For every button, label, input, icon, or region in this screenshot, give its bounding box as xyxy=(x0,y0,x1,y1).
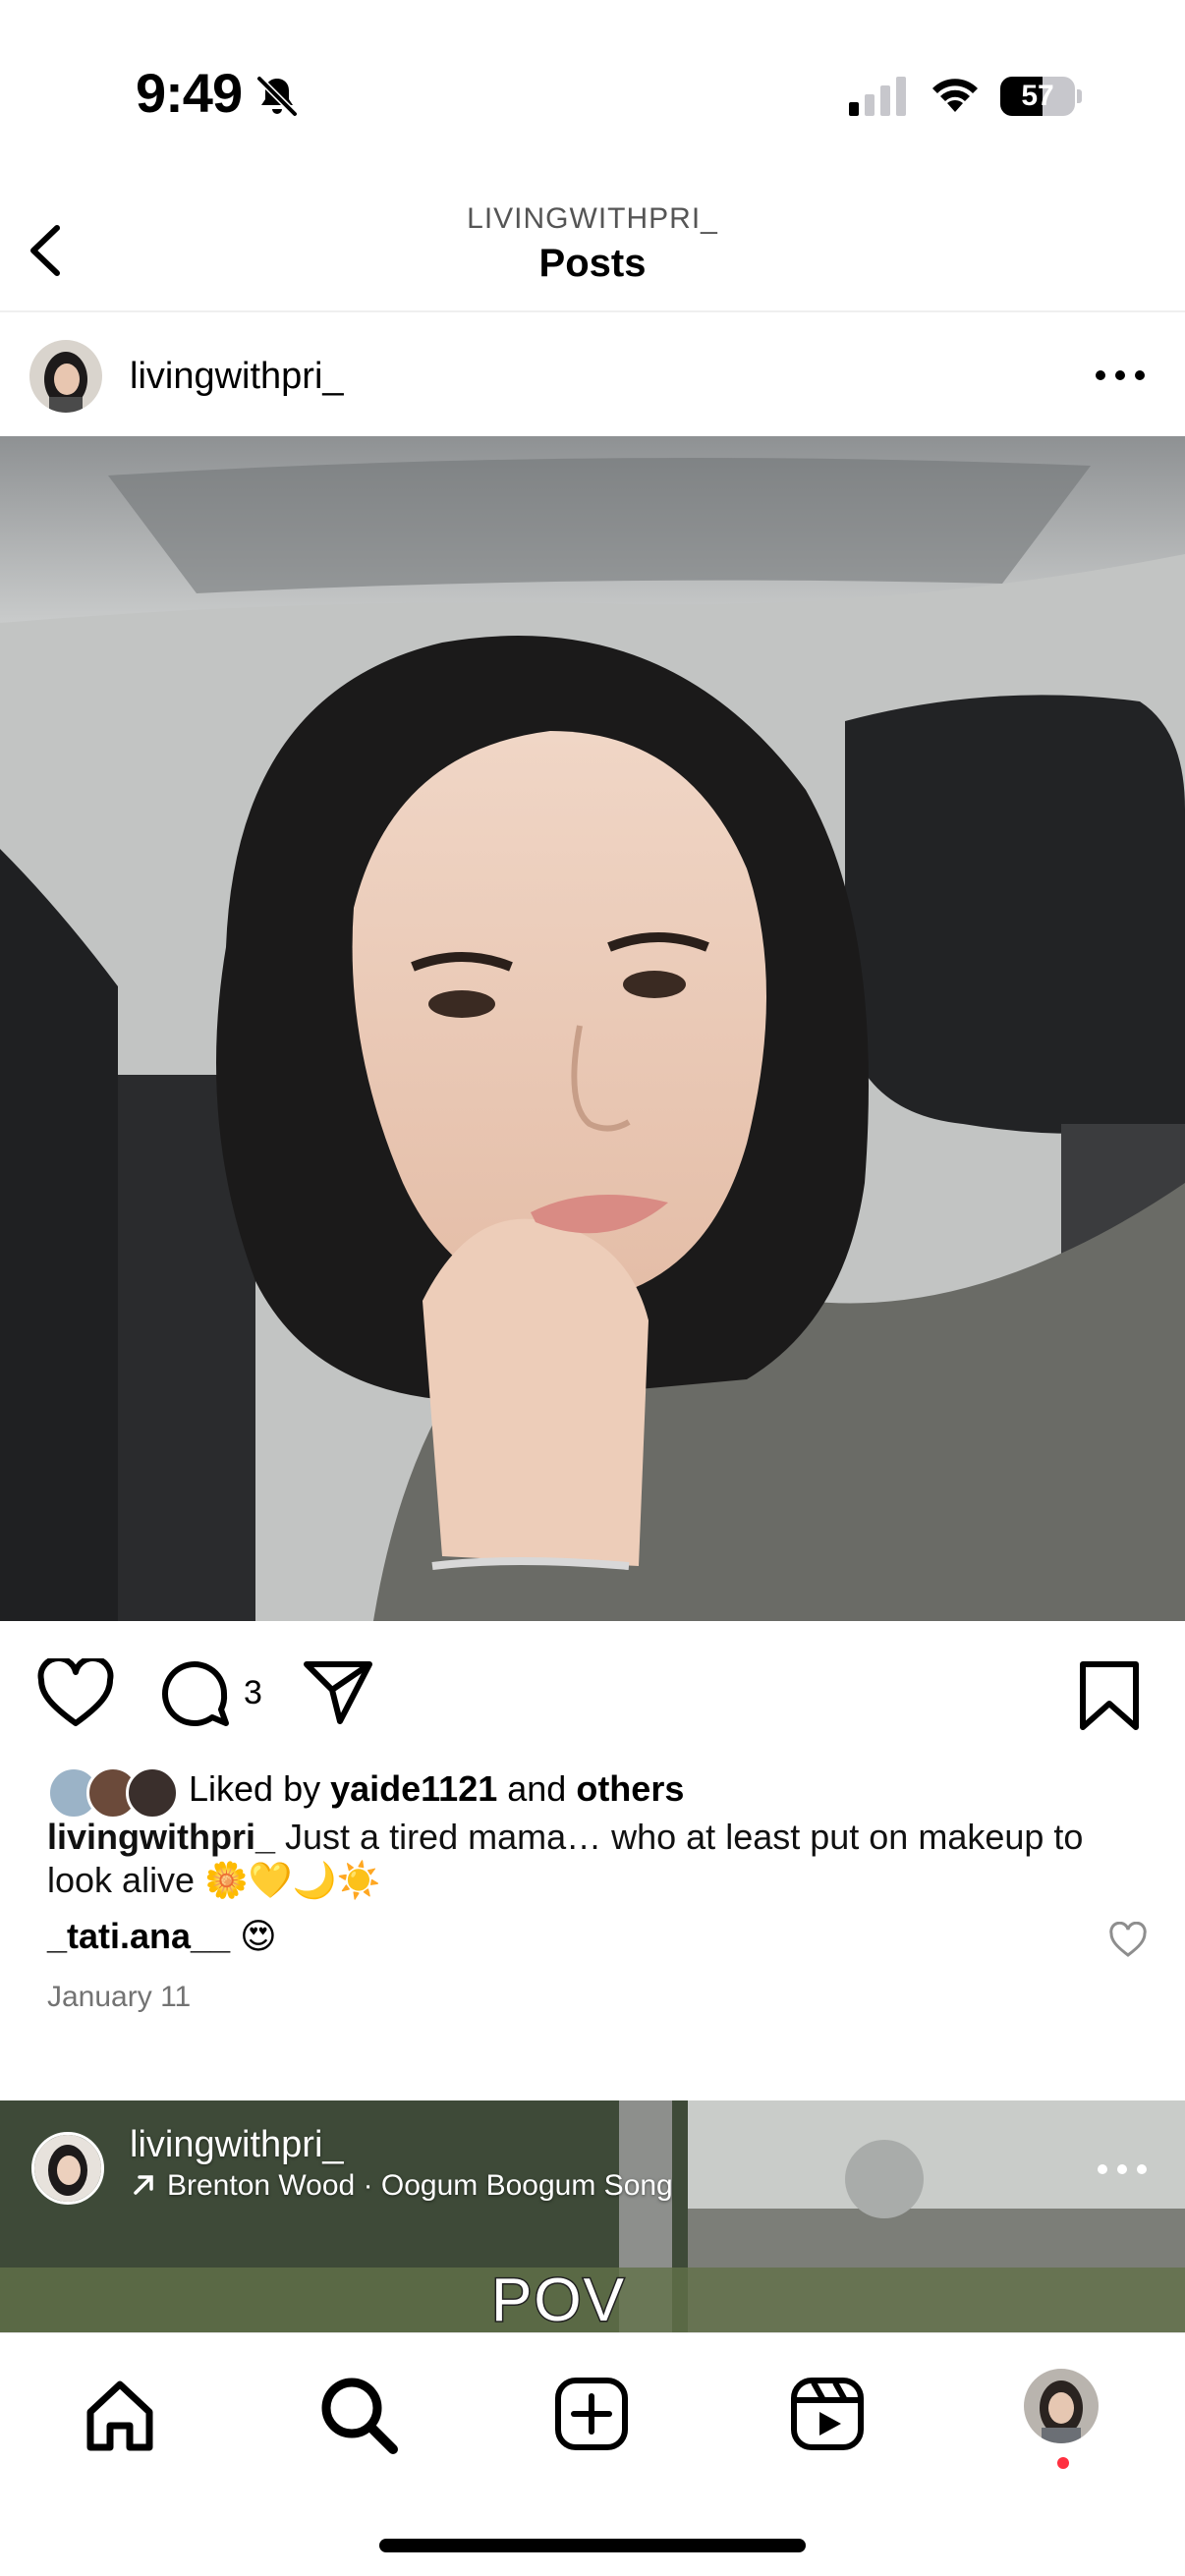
likes-summary[interactable]: Liked by yaide1121 and others xyxy=(47,1759,1138,1821)
more-options-icon[interactable] xyxy=(1089,356,1152,395)
post-caption: livingwithpri_ Just a tired mama… who at… xyxy=(47,1816,1148,1902)
next-post-more-icon[interactable] xyxy=(1091,2150,1154,2189)
search-icon[interactable] xyxy=(316,2373,399,2455)
reels-icon[interactable] xyxy=(786,2373,869,2455)
top-nav-header: LIVINGWITHPRI_ Posts xyxy=(0,187,1185,312)
status-time: 9:49 xyxy=(136,62,243,124)
bookmark-icon[interactable] xyxy=(1077,1660,1142,1731)
next-post-music[interactable]: Brenton Wood · Oogum Boogum Song xyxy=(130,2169,673,2203)
comment-bubble-icon[interactable] xyxy=(159,1658,230,1729)
status-bar: 9:49 57 xyxy=(0,0,1185,187)
post-author-avatar[interactable] xyxy=(29,340,102,413)
home-indicator xyxy=(379,2539,806,2552)
next-post-overlay-text: POV xyxy=(490,2266,626,2333)
battery-indicator: 57 xyxy=(1000,77,1082,116)
comment-username[interactable]: _tati.ana__ xyxy=(47,1916,230,1956)
share-paper-plane-icon[interactable] xyxy=(303,1658,373,1727)
post-date: January 11 xyxy=(47,1981,192,2013)
next-post-avatar[interactable] xyxy=(31,2132,104,2205)
comment-count[interactable]: 3 xyxy=(244,1674,262,1712)
liker-avatar xyxy=(126,1766,179,1820)
wifi-icon xyxy=(932,79,978,112)
likes-text: Liked by yaide1121 and others xyxy=(189,1768,684,1810)
next-post-username[interactable]: livingwithpri_ xyxy=(130,2124,344,2166)
bell-slash-icon xyxy=(256,76,298,117)
create-icon[interactable] xyxy=(550,2373,633,2455)
page-title: Posts xyxy=(538,242,647,285)
liker-avatars xyxy=(47,1766,179,1821)
post-actions: 3 xyxy=(0,1621,1185,1759)
cellular-signal-icon xyxy=(849,77,906,116)
comment-preview[interactable]: _tati.ana__ 😍 xyxy=(47,1916,1148,1965)
next-post-preview[interactable]: livingwithpri_ Brenton Wood · Oogum Boog… xyxy=(0,2100,1185,2332)
post-header: livingwithpri_ xyxy=(0,314,1185,436)
header-username: LIVINGWITHPRI_ xyxy=(467,202,718,235)
post-author-username[interactable]: livingwithpri_ xyxy=(130,356,344,398)
home-icon[interactable] xyxy=(79,2373,161,2455)
photo-illustration xyxy=(0,436,1185,1621)
battery-percent: 57 xyxy=(1021,80,1054,112)
likes-middle: and xyxy=(497,1768,577,1809)
next-post-music-label: Brenton Wood · Oogum Boogum Song xyxy=(167,2169,673,2202)
comment-text: 😍 xyxy=(230,1916,277,1956)
likes-others[interactable]: others xyxy=(576,1768,684,1809)
profile-notification-dot xyxy=(1057,2457,1069,2469)
like-heart-icon[interactable] xyxy=(37,1658,114,1729)
profile-avatar[interactable] xyxy=(1024,2369,1099,2443)
caption-username[interactable]: livingwithpri_ xyxy=(47,1817,275,1857)
arrow-up-right-icon xyxy=(134,2175,153,2195)
comment-like-heart-icon[interactable] xyxy=(1108,1922,1148,1959)
liked-by-user[interactable]: yaide1121 xyxy=(330,1768,497,1809)
likes-prefix: Liked by xyxy=(189,1768,331,1809)
post-photo[interactable] xyxy=(0,436,1185,1621)
